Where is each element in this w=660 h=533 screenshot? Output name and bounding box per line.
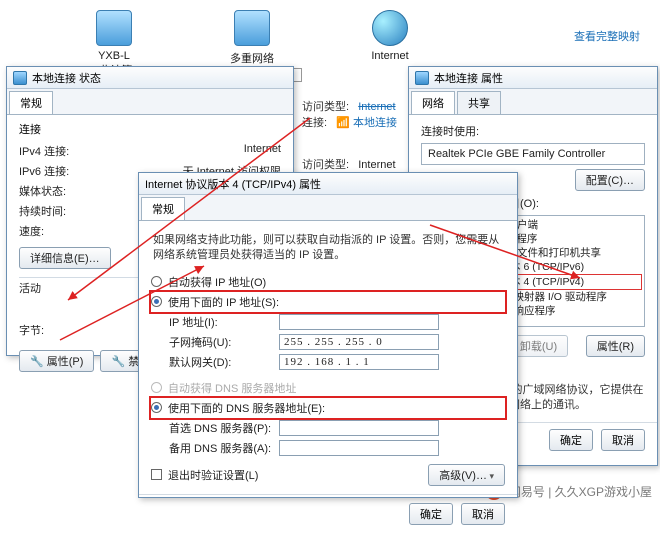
ip-label: IP 地址(I): — [169, 314, 279, 330]
gateway-label: 默认网关(D): — [169, 354, 279, 370]
speed-label: 速度: — [19, 223, 44, 239]
ipv4-label: IPv4 连接: — [19, 143, 69, 159]
configure-button[interactable]: 配置(C)… — [575, 169, 645, 191]
radio-icon — [151, 276, 162, 287]
ok-button[interactable]: 确定 — [409, 503, 453, 525]
connections-label: 连接: — [302, 117, 327, 129]
globe-icon — [372, 10, 408, 46]
nic-icon — [415, 71, 429, 85]
view-full-map-link[interactable]: 查看完整映射 — [574, 28, 640, 44]
pc-icon — [96, 10, 132, 46]
access-type-value: Internet — [358, 101, 395, 113]
ok-button[interactable]: 确定 — [549, 429, 593, 451]
pc-name: YXB-L — [90, 50, 138, 62]
ipv4-value: Internet — [244, 143, 281, 159]
radio-use-dns[interactable]: 使用下面的 DNS 服务器地址(E): — [151, 398, 505, 418]
local-connection-link[interactable]: 本地连接 — [353, 117, 397, 129]
nic-icon — [13, 71, 27, 85]
multi-label: 多重网络 — [228, 50, 276, 66]
media-label: 媒体状态: — [19, 183, 66, 199]
tab-network[interactable]: 网络 — [411, 91, 455, 114]
radio-icon — [151, 402, 162, 413]
internet-label: Internet — [366, 50, 414, 62]
titlebar[interactable]: Internet 协议版本 4 (TCP/IPv4) 属性 — [139, 173, 517, 195]
mask-label: 子网掩码(U): — [169, 334, 279, 350]
access-type-label: 访问类型: — [302, 159, 349, 171]
details-button[interactable]: 详细信息(E)… — [19, 247, 111, 269]
gateway-input[interactable]: 192 . 168 . 1 . 1 — [279, 354, 439, 370]
tab-sharing[interactable]: 共享 — [457, 91, 501, 114]
window-title: 本地连接 属性 — [434, 70, 503, 86]
cancel-button[interactable]: 取消 — [461, 503, 505, 525]
validate-label: 退出时验证设置(L) — [168, 467, 258, 483]
cancel-button[interactable]: 取消 — [601, 429, 645, 451]
duration-label: 持续时间: — [19, 203, 66, 219]
connect-using-label: 连接时使用: — [421, 123, 645, 139]
tab-general[interactable]: 常规 — [9, 91, 53, 114]
radio-icon — [151, 382, 162, 393]
validate-checkbox[interactable] — [151, 469, 162, 480]
dns1-label: 首选 DNS 服务器(P): — [169, 420, 279, 436]
advanced-button[interactable]: 高级(V)… — [428, 464, 505, 486]
window-title: 本地连接 状态 — [32, 70, 101, 86]
dns1-input[interactable] — [279, 420, 439, 436]
access-type-value: Internet — [358, 159, 395, 171]
section-connection-label: 连接 — [7, 115, 293, 141]
window-ipv4-properties: Internet 协议版本 4 (TCP/IPv4) 属性 常规 如果网络支持此… — [138, 172, 518, 498]
network-icon — [234, 10, 270, 46]
radio-auto-dns: 自动获得 DNS 服务器地址 — [151, 378, 505, 398]
dns2-label: 备用 DNS 服务器(A): — [169, 440, 279, 456]
ipv6-label: IPv6 连接: — [19, 163, 69, 179]
access-type-label: 访问类型: — [302, 101, 349, 113]
titlebar[interactable]: 本地连接 属性 — [409, 67, 657, 89]
mask-input[interactable]: 255 . 255 . 255 . 0 — [279, 334, 439, 350]
netmap-internet[interactable]: Internet — [366, 10, 414, 94]
window-title: Internet 协议版本 4 (TCP/IPv4) 属性 — [145, 176, 321, 192]
titlebar[interactable]: 本地连接 状态 — [7, 67, 293, 89]
bytes-label: 字节: — [19, 322, 44, 338]
radio-auto-ip[interactable]: 自动获得 IP 地址(O) — [151, 272, 505, 292]
ip-input[interactable] — [279, 314, 439, 330]
item-properties-button[interactable]: 属性(R) — [586, 335, 645, 357]
nic-name: Realtek PCIe GBE Family Controller — [421, 143, 645, 165]
radio-use-ip[interactable]: 使用下面的 IP 地址(S): — [151, 292, 505, 312]
radio-icon — [151, 296, 162, 307]
ipv4-description: 如果网络支持此功能，则可以获取自动指派的 IP 设置。否则，您需要从网络系统管理… — [151, 229, 505, 272]
tab-general[interactable]: 常规 — [141, 197, 185, 220]
dns2-input[interactable] — [279, 440, 439, 456]
properties-button[interactable]: 🔧 属性(P) — [19, 350, 94, 372]
